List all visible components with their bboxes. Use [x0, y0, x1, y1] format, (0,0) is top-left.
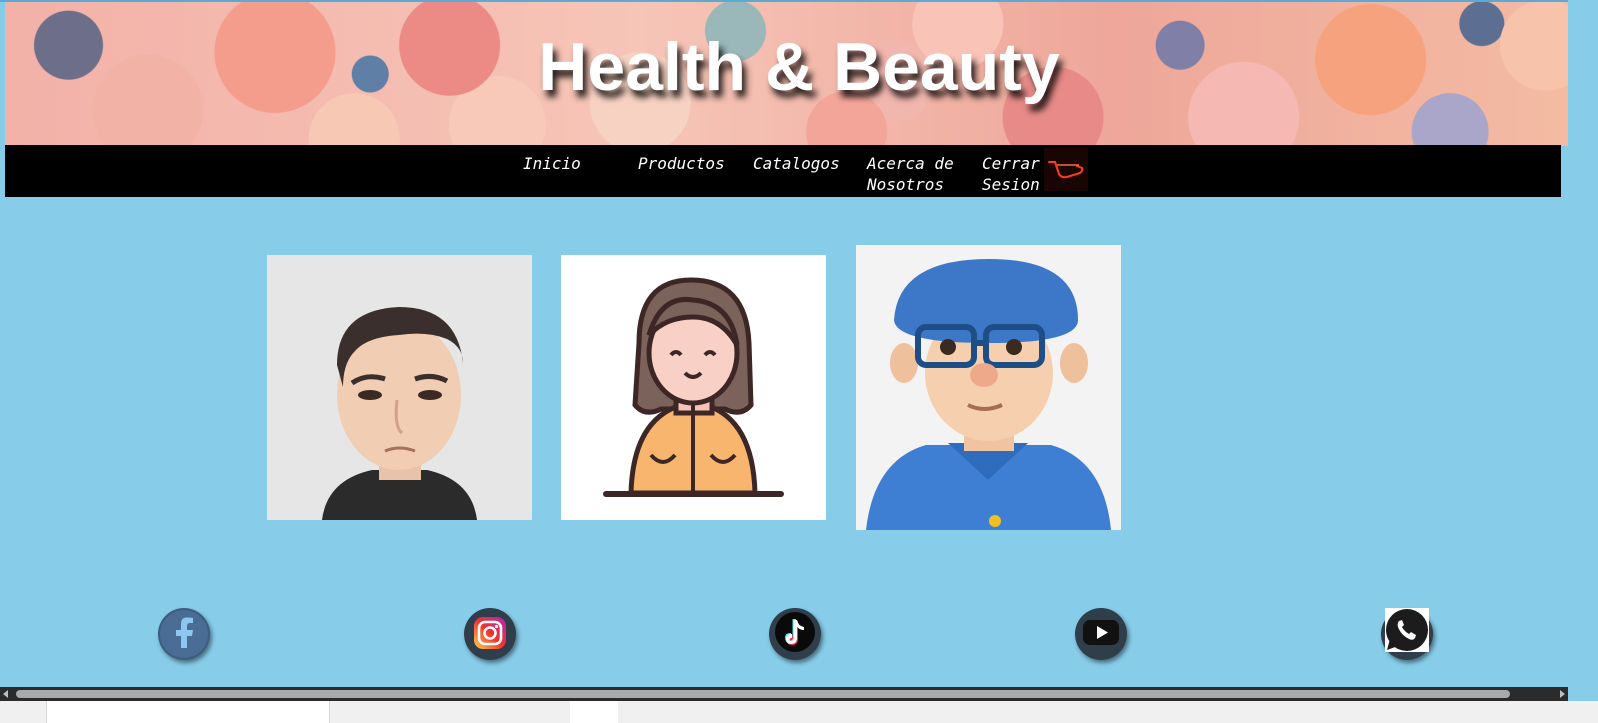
avatar-man-icon — [322, 307, 477, 520]
scroll-right-arrow-icon[interactable] — [1560, 690, 1565, 698]
nav-link-inicio[interactable]: Inicio — [523, 153, 581, 174]
nav-link-catalogos[interactable]: Catalogos — [753, 153, 840, 174]
team-avatar-2 — [561, 255, 826, 520]
taskbar-strip — [0, 701, 1598, 723]
horizontal-scrollbar[interactable] — [0, 687, 1568, 701]
taskbar-tab-2[interactable] — [570, 701, 618, 723]
whatsapp-icon — [1385, 608, 1429, 652]
avatar-woman-icon — [603, 277, 784, 497]
avatar-man-blue-hat-icon — [866, 259, 1111, 530]
main-navbar: Inicio Productos Catalogos Acerca de Nos… — [5, 145, 1561, 197]
shopping-cart-icon — [1048, 161, 1084, 179]
team-avatar-1 — [267, 255, 532, 520]
tiktok-button[interactable] — [769, 608, 821, 660]
scroll-left-arrow-icon[interactable] — [3, 690, 8, 698]
facebook-icon — [160, 610, 208, 658]
page-right-edge — [1568, 0, 1598, 701]
cart-button[interactable] — [1044, 148, 1088, 191]
tiktok-icon — [775, 612, 815, 652]
whatsapp-button[interactable] — [1381, 608, 1433, 660]
youtube-button[interactable] — [1075, 608, 1127, 660]
nav-link-acerca-de-nosotros[interactable]: Acerca de Nosotros — [867, 153, 967, 195]
page-title: Health & Beauty — [538, 29, 1060, 105]
nav-link-cerrar-sesion[interactable]: Cerrar Sesion — [982, 153, 1046, 195]
team-avatar-3 — [856, 245, 1121, 530]
youtube-icon — [1083, 620, 1119, 645]
instagram-icon — [474, 617, 506, 649]
instagram-button[interactable] — [464, 608, 516, 660]
nav-link-productos[interactable]: Productos — [638, 153, 725, 174]
taskbar-tab[interactable] — [46, 701, 330, 723]
facebook-button[interactable] — [158, 608, 210, 660]
header-banner: Health & Beauty — [5, 2, 1593, 146]
scrollbar-thumb[interactable] — [16, 690, 1510, 698]
